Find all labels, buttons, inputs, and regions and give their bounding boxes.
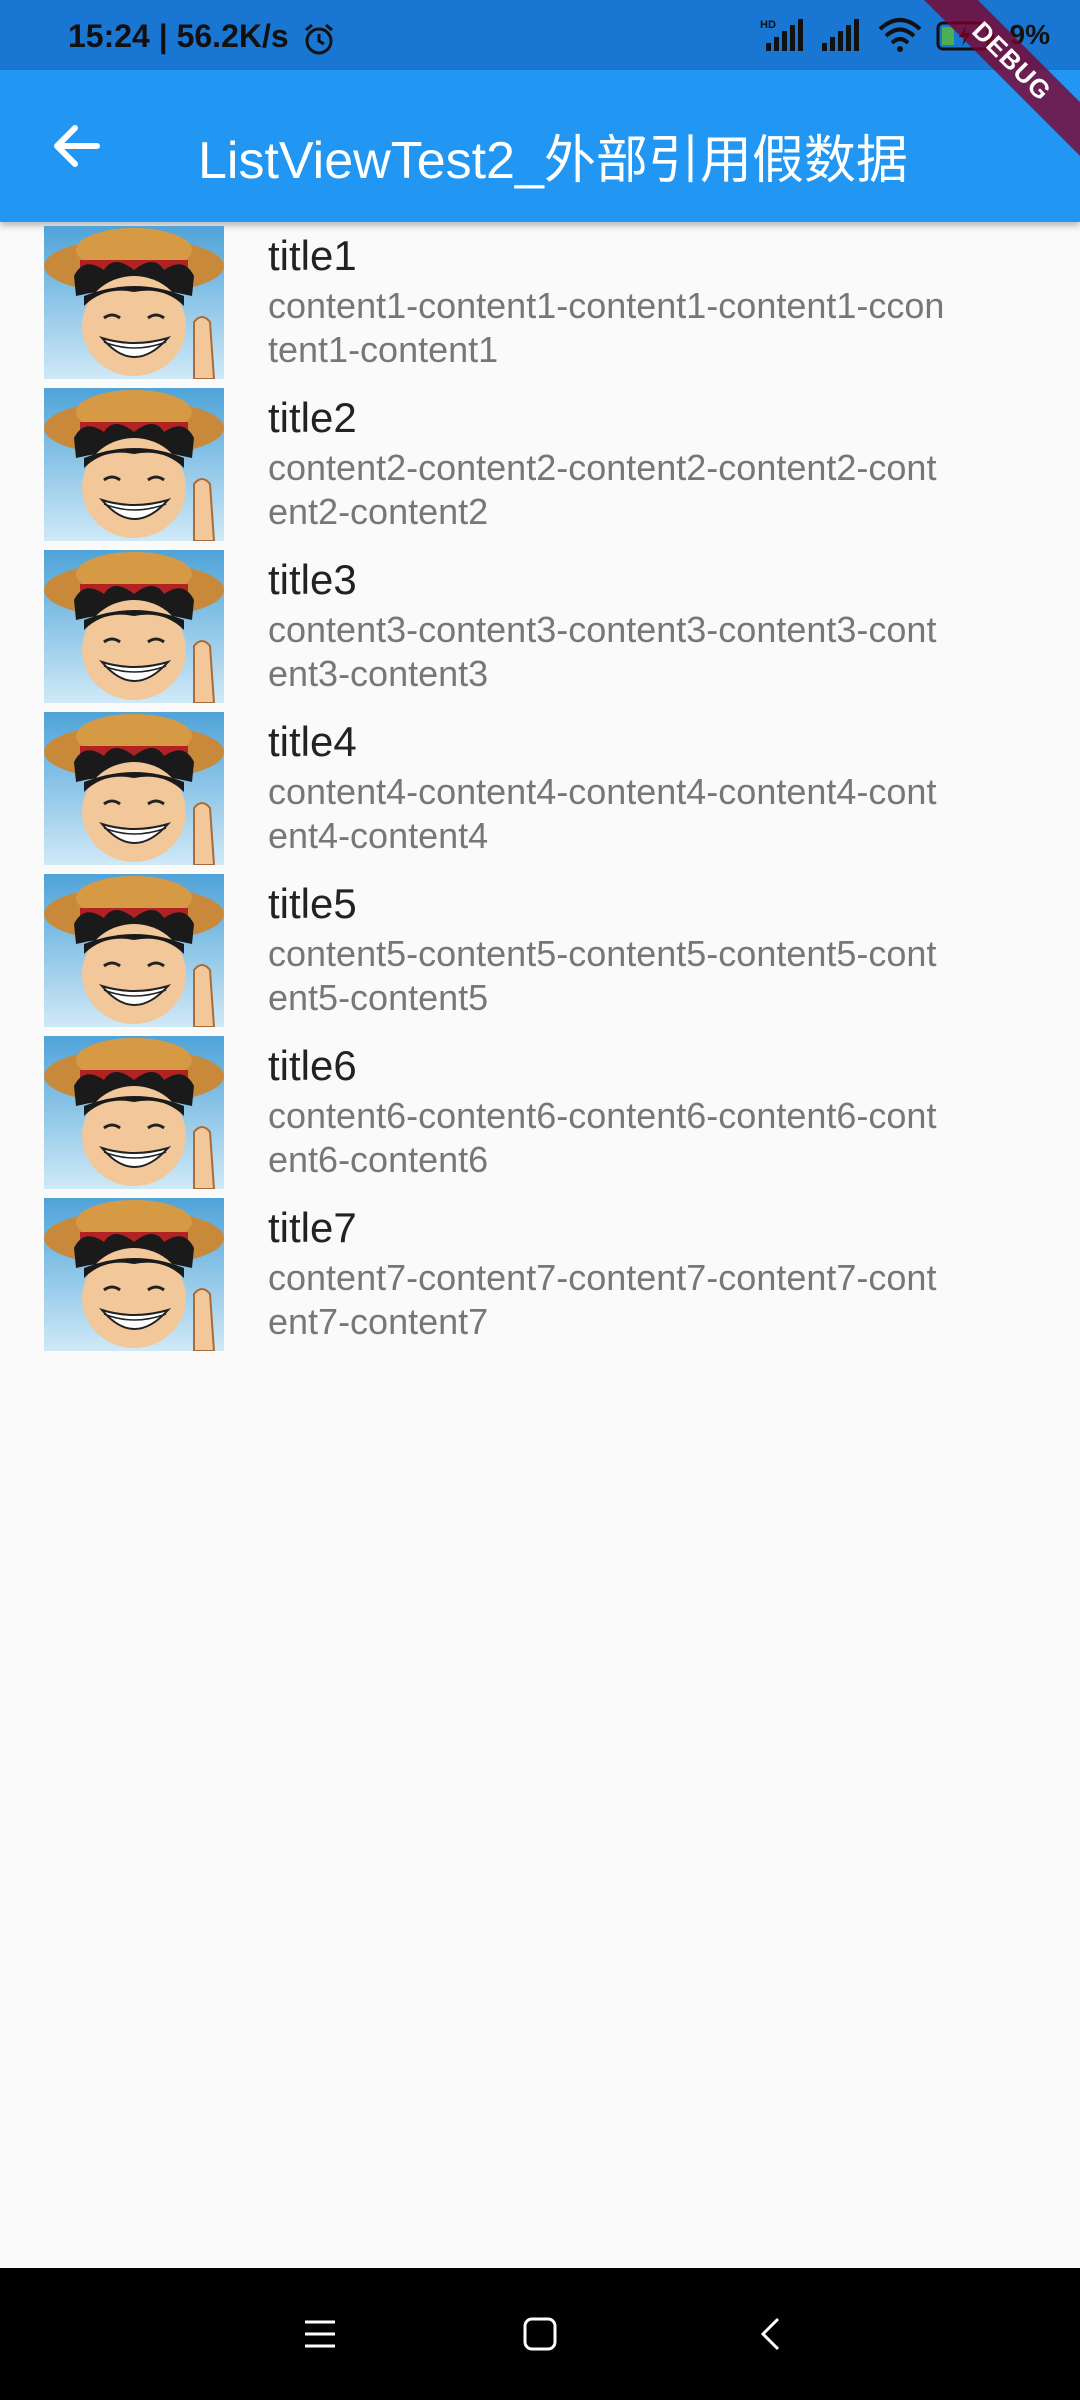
list-item-title: title2 bbox=[268, 394, 357, 441]
list-item-title: title7 bbox=[268, 1204, 357, 1251]
avatar-image bbox=[44, 874, 224, 1027]
back-button[interactable] bbox=[36, 116, 116, 176]
list-item[interactable]: title1 content1-content1-content1-conten… bbox=[0, 226, 1080, 388]
list-item-content: content1-content1-content1-content1-ccon… bbox=[268, 285, 945, 370]
avatar-image bbox=[44, 712, 224, 865]
list-item[interactable]: title7 content7-content7-content7-conten… bbox=[0, 1198, 1080, 1360]
home-button[interactable] bbox=[510, 2308, 570, 2360]
list-item-title: title3 bbox=[268, 556, 357, 603]
alarm-icon bbox=[302, 22, 336, 61]
avatar-image bbox=[44, 1036, 224, 1189]
status-time: 15:24 | 56.2K/s bbox=[68, 18, 289, 54]
svg-text:HD: HD bbox=[760, 19, 776, 31]
list-item[interactable]: title6 content6-content6-content6-conten… bbox=[0, 1036, 1080, 1198]
signal-icon bbox=[820, 17, 864, 53]
avatar-image bbox=[44, 550, 224, 703]
app-bar: ListViewTest2_外部引用假数据 bbox=[0, 70, 1080, 222]
list-item[interactable]: title2 content2-content2-content2-conten… bbox=[0, 388, 1080, 550]
list-item-content: content6-content6-content6-content6-cont… bbox=[268, 1095, 937, 1180]
status-bar: 15:24 | 56.2K/s HD 9% bbox=[0, 0, 1080, 70]
list-item-title: title1 bbox=[268, 232, 357, 279]
list-item[interactable]: title4 content4-content4-content4-conten… bbox=[0, 712, 1080, 874]
avatar-image bbox=[44, 226, 224, 379]
avatar-image bbox=[44, 1198, 224, 1351]
list-item-content: content4-content4-content4-content4-cont… bbox=[268, 771, 937, 856]
list-item-title: title6 bbox=[268, 1042, 357, 1089]
avatar-image bbox=[44, 388, 224, 541]
battery-icon bbox=[936, 17, 996, 53]
home-icon bbox=[523, 2317, 557, 2351]
list-item-content: content2-content2-content2-content2-cont… bbox=[268, 447, 937, 532]
system-nav-bar bbox=[0, 2268, 1080, 2400]
battery-percent: 9% bbox=[1009, 19, 1050, 50]
menu-button[interactable] bbox=[290, 2308, 350, 2360]
wifi-icon bbox=[878, 17, 922, 53]
list-view[interactable]: title1 content1-content1-content1-conten… bbox=[0, 226, 1080, 1360]
list-item-content: content3-content3-content3-content3-cont… bbox=[268, 609, 937, 694]
arrow-back-icon bbox=[54, 125, 100, 167]
list-item-title: title4 bbox=[268, 718, 357, 765]
signal-hd-icon: HD bbox=[760, 17, 806, 53]
list-item[interactable]: title5 content5-content5-content5-conten… bbox=[0, 874, 1080, 1036]
list-item[interactable]: title3 content3-content3-content3-conten… bbox=[0, 550, 1080, 712]
list-item-title: title5 bbox=[268, 880, 357, 927]
back-icon bbox=[760, 2317, 780, 2351]
page-title: ListViewTest2_外部引用假数据 bbox=[198, 132, 908, 190]
list-item-content: content5-content5-content5-content5-cont… bbox=[268, 933, 937, 1018]
list-item-content: content7-content7-content7-content7-cont… bbox=[268, 1257, 937, 1342]
nav-back-button[interactable] bbox=[740, 2308, 800, 2360]
menu-icon bbox=[305, 2320, 335, 2348]
